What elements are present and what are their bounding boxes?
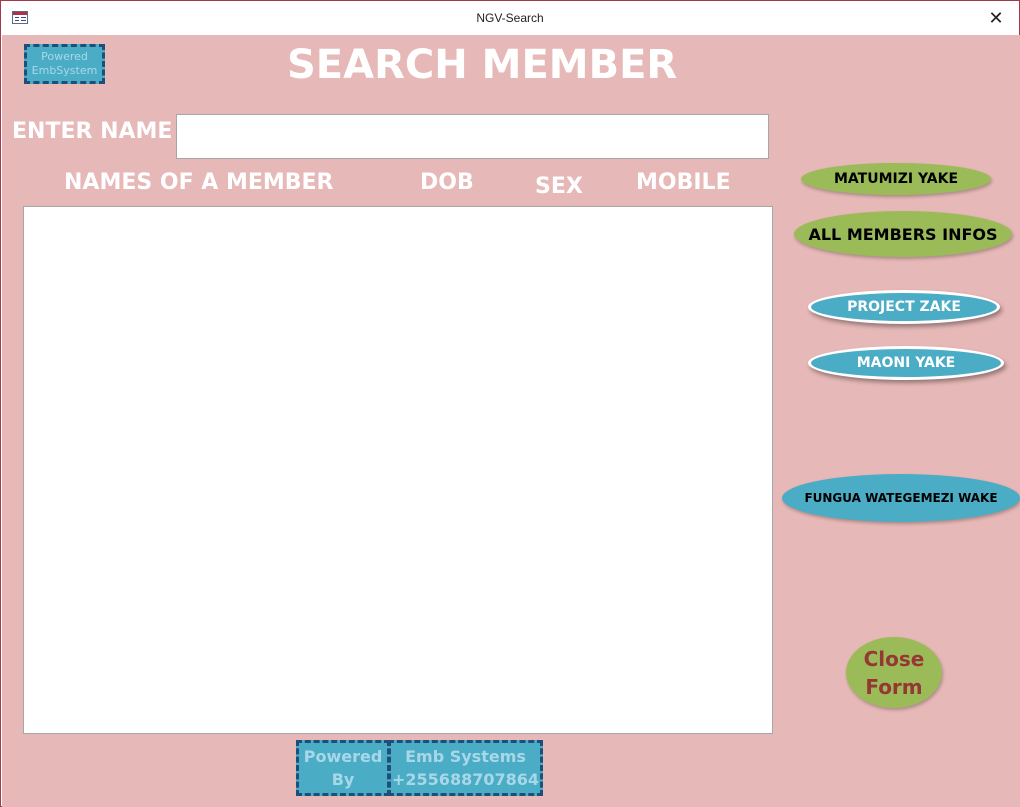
footer-powered-badge: Powered By bbox=[296, 740, 390, 796]
app-window: NGV-Search ✕ Powered EmbSystem SEARCH ME… bbox=[0, 0, 1020, 807]
column-header-name: NAMES OF A MEMBER bbox=[64, 170, 334, 195]
powered-by-badge: Powered EmbSystem bbox=[24, 44, 105, 84]
search-input[interactable] bbox=[176, 114, 769, 159]
badge-line-1: Powered bbox=[41, 50, 88, 63]
footer-company-line-1: Emb Systems bbox=[405, 747, 526, 766]
all-members-infos-button[interactable]: ALL MEMBERS INFOS bbox=[794, 211, 1012, 257]
matumizi-yake-button[interactable]: MATUMIZI YAKE bbox=[801, 163, 991, 195]
footer-powered-line-1: Powered bbox=[303, 747, 383, 766]
close-form-line-1: Close bbox=[863, 646, 925, 671]
title-bar: NGV-Search ✕ bbox=[1, 1, 1019, 35]
window-title: NGV-Search bbox=[476, 11, 544, 25]
column-header-dob: DOB bbox=[420, 170, 474, 195]
close-form-button[interactable]: Close Form bbox=[846, 637, 942, 708]
column-header-mobile: MOBILE bbox=[636, 170, 731, 195]
close-icon[interactable]: ✕ bbox=[983, 7, 1009, 29]
footer-company-line-2: +255688707864 bbox=[392, 770, 539, 789]
project-zake-button[interactable]: PROJECT ZAKE bbox=[808, 290, 1000, 324]
badge-line-2: EmbSystem bbox=[31, 64, 98, 77]
search-label: ENTER NAME bbox=[12, 119, 173, 144]
column-header-sex: SEX bbox=[535, 174, 583, 199]
page-title: SEARCH MEMBER bbox=[287, 42, 678, 88]
footer-powered-line-2: By bbox=[331, 770, 355, 789]
fungua-wategemezi-wake-button[interactable]: FUNGUA WATEGEMEZI WAKE bbox=[782, 474, 1020, 522]
search-member-form: Powered EmbSystem SEARCH MEMBER ENTER NA… bbox=[2, 35, 1020, 807]
close-form-line-2: Form bbox=[865, 674, 923, 699]
footer-company-badge: Emb Systems +255688707864 bbox=[388, 740, 543, 796]
maoni-yake-button[interactable]: MAONI YAKE bbox=[808, 346, 1004, 380]
member-results-list[interactable] bbox=[23, 206, 773, 734]
